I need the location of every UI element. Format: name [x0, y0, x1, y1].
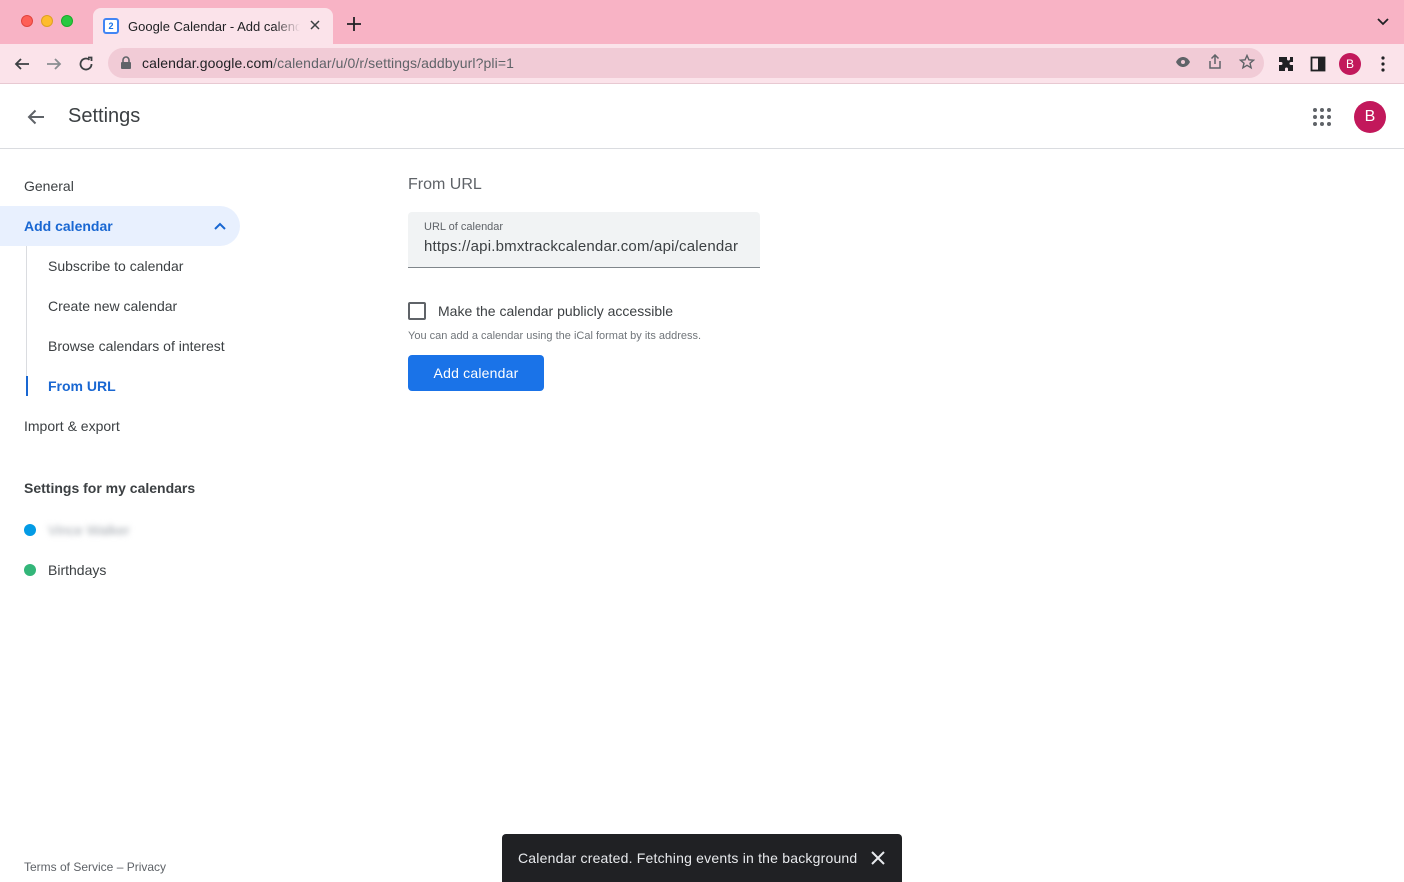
- sidebar-item-subscribe[interactable]: Subscribe to calendar: [48, 246, 183, 286]
- bookmark-star-icon[interactable]: [1238, 53, 1256, 71]
- snackbar: Calendar created. Fetching events in the…: [502, 834, 902, 882]
- back-arrow-icon[interactable]: [24, 105, 48, 129]
- calendar-url-input[interactable]: URL of calendar https://api.bmxtrackcale…: [408, 212, 760, 268]
- my-calendars-heading: Settings for my calendars: [24, 480, 196, 496]
- active-indicator: [26, 376, 28, 396]
- browser-titlebar: 2 Google Calendar - Add calendar: [0, 0, 1404, 44]
- profile-avatar: B: [1339, 53, 1361, 75]
- tab-close-icon[interactable]: [307, 17, 323, 35]
- reload-icon[interactable]: [74, 52, 98, 76]
- tab-search-chevron-icon[interactable]: [1376, 14, 1390, 33]
- submenu-guide-line: [26, 246, 27, 396]
- account-avatar[interactable]: B: [1354, 101, 1386, 133]
- close-icon[interactable]: [868, 848, 888, 868]
- calendar-favicon-icon: 2: [103, 18, 119, 34]
- close-window-button[interactable]: [21, 15, 33, 27]
- calendar-name: Birthdays: [48, 562, 107, 578]
- footer-links[interactable]: Terms of Service – Privacy: [24, 860, 166, 874]
- sidebar-item-general[interactable]: General: [24, 166, 74, 206]
- url-text: calendar.google.com/calendar/u/0/r/setti…: [142, 55, 514, 71]
- address-bar[interactable]: calendar.google.com/calendar/u/0/r/setti…: [108, 48, 1264, 78]
- public-access-label[interactable]: Make the calendar publicly accessible: [438, 303, 673, 319]
- calendar-color-dot: [24, 564, 36, 576]
- page-title: Settings: [68, 105, 141, 127]
- lock-icon[interactable]: [120, 56, 134, 70]
- public-access-checkbox[interactable]: [408, 302, 426, 320]
- share-icon[interactable]: [1206, 53, 1224, 71]
- help-text: You can add a calendar using the iCal fo…: [408, 330, 702, 342]
- extensions-puzzle-icon[interactable]: [1274, 52, 1298, 76]
- maximize-window-button[interactable]: [61, 15, 73, 27]
- sidebar-item-browse[interactable]: Browse calendars of interest: [48, 326, 225, 366]
- calendar-name: Vince Walker: [48, 522, 130, 538]
- chevron-up-icon[interactable]: [212, 218, 228, 234]
- calendar-item-birthdays[interactable]: Birthdays: [24, 560, 106, 580]
- minimize-window-button[interactable]: [41, 15, 53, 27]
- sidebar-item-add-calendar[interactable]: Add calendar: [0, 206, 240, 246]
- new-tab-icon[interactable]: [344, 12, 364, 36]
- browser-tab[interactable]: 2 Google Calendar - Add calendar: [93, 8, 333, 44]
- side-panel-icon[interactable]: [1306, 52, 1330, 76]
- forward-nav-icon[interactable]: [42, 52, 66, 76]
- public-access-option[interactable]: Make the calendar publicly accessible: [408, 302, 673, 320]
- tab-title: Google Calendar - Add calendar: [128, 18, 300, 34]
- back-nav-icon[interactable]: [10, 52, 34, 76]
- sidebar-item-import-export[interactable]: Import & export: [24, 406, 120, 446]
- snackbar-message: Calendar created. Fetching events in the…: [518, 850, 858, 866]
- browser-menu-kebab-icon[interactable]: [1371, 52, 1395, 76]
- browser-toolbar: calendar.google.com/calendar/u/0/r/setti…: [0, 44, 1404, 84]
- url-field-label: URL of calendar: [424, 221, 504, 233]
- sidebar-item-label: Add calendar: [24, 218, 113, 234]
- add-calendar-button[interactable]: Add calendar: [408, 355, 544, 391]
- app-header: Settings B: [0, 85, 1404, 149]
- profile-button[interactable]: B: [1338, 52, 1362, 76]
- section-heading: From URL: [408, 176, 482, 193]
- calendar-color-dot: [24, 524, 36, 536]
- settings-sidebar: General Add calendar Subscribe to calend…: [0, 150, 260, 882]
- tracking-eye-icon[interactable]: [1174, 53, 1192, 71]
- url-field-value[interactable]: https://api.bmxtrackcalendar.com/api/cal…: [424, 238, 744, 255]
- sidebar-item-from-url[interactable]: From URL: [48, 366, 116, 406]
- calendar-item-personal[interactable]: Vince Walker: [24, 520, 130, 540]
- google-apps-grid-icon[interactable]: [1310, 105, 1334, 129]
- sidebar-item-create-new[interactable]: Create new calendar: [48, 286, 177, 326]
